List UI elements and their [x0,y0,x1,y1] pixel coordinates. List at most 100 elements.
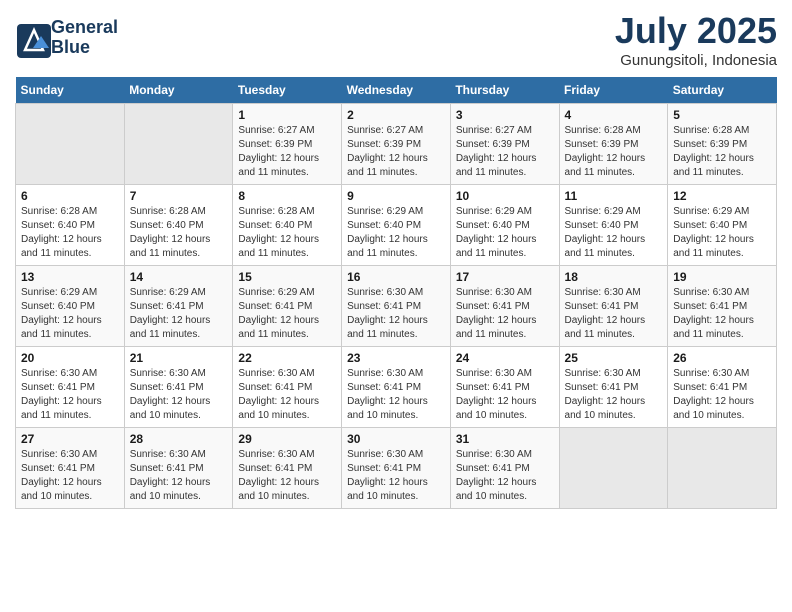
day-number: 25 [565,351,663,365]
day-info: Sunrise: 6:30 AM Sunset: 6:41 PM Dayligh… [565,367,663,423]
calendar-cell: 30Sunrise: 6:30 AM Sunset: 6:41 PM Dayli… [342,428,451,509]
header-row: SundayMondayTuesdayWednesdayThursdayFrid… [16,77,777,104]
calendar-cell [559,428,668,509]
main-title: July 2025 [615,10,777,52]
calendar-week-2: 6Sunrise: 6:28 AM Sunset: 6:40 PM Daylig… [16,185,777,266]
calendar-cell: 6Sunrise: 6:28 AM Sunset: 6:40 PM Daylig… [16,185,125,266]
calendar-cell: 16 Sunrise: 6:30 AM Sunset: 6:41 PM Dayli… [342,266,451,347]
day-number: 23 [347,351,445,365]
day-info: Sunrise: 6:30 AM Sunset: 6:41 PM Dayligh… [456,448,554,504]
calendar-week-5: 27 Sunrise: 6:30 AM Sunset: 6:41 PM Dayli… [16,428,777,509]
day-info: Sunrise: 6:29 AM Sunset: 6:41 PM Dayligh… [130,286,228,342]
logo-text: General Blue [51,18,118,58]
day-number: 18 [565,270,663,284]
calendar-cell: 11 Sunrise: 6:29 AM Sunset: 6:40 PM Dayli… [559,185,668,266]
day-number: 13 [21,270,119,284]
day-number: 28 [130,432,228,446]
calendar-cell: 31Sunrise: 6:30 AM Sunset: 6:41 PM Dayli… [450,428,559,509]
calendar-cell: 5 Sunrise: 6:28 AM Sunset: 6:39 PM Daylig… [668,104,777,185]
logo-line2: Blue [51,38,118,58]
day-number: 2 [347,108,445,122]
header-cell-thursday: Thursday [450,77,559,104]
day-number: 29 [238,432,336,446]
header-cell-saturday: Saturday [668,77,777,104]
day-info: Sunrise: 6:30 AM Sunset: 6:41 PM Dayligh… [130,367,228,423]
day-number: 4 [565,108,663,122]
day-info: Sunrise: 6:30 AM Sunset: 6:41 PM Dayligh… [238,448,336,504]
calendar-cell: 9 Sunrise: 6:29 AM Sunset: 6:40 PM Daylig… [342,185,451,266]
calendar-week-4: 20 Sunrise: 6:30 AM Sunset: 6:41 PM Dayli… [16,347,777,428]
calendar-cell: 23 Sunrise: 6:30 AM Sunset: 6:41 PM Dayli… [342,347,451,428]
day-info: Sunrise: 6:27 AM Sunset: 6:39 PM Dayligh… [456,124,554,180]
calendar-cell: 22 Sunrise: 6:30 AM Sunset: 6:41 PM Dayli… [233,347,342,428]
header-cell-monday: Monday [124,77,233,104]
day-number: 26 [673,351,771,365]
day-number: 8 [238,189,336,203]
calendar-cell: 27 Sunrise: 6:30 AM Sunset: 6:41 PM Dayli… [16,428,125,509]
day-number: 9 [347,189,445,203]
calendar-cell: 4 Sunrise: 6:28 AM Sunset: 6:39 PM Daylig… [559,104,668,185]
calendar-week-1: 1 Sunrise: 6:27 AM Sunset: 6:39 PM Daylig… [16,104,777,185]
day-number: 3 [456,108,554,122]
day-info: Sunrise: 6:29 AM Sunset: 6:40 PM Dayligh… [347,205,445,261]
page-header: General Blue July 2025 Gunungsitoli, Ind… [15,10,777,69]
day-info: Sunrise: 6:27 AM Sunset: 6:39 PM Dayligh… [238,124,336,180]
day-number: 22 [238,351,336,365]
calendar-table: SundayMondayTuesdayWednesdayThursdayFrid… [15,77,777,509]
day-info: Sunrise: 6:29 AM Sunset: 6:40 PM Dayligh… [21,286,119,342]
title-area: July 2025 Gunungsitoli, Indonesia [615,10,777,69]
day-info: Sunrise: 6:30 AM Sunset: 6:41 PM Dayligh… [347,367,445,423]
day-info: Sunrise: 6:30 AM Sunset: 6:41 PM Dayligh… [347,286,445,342]
header-cell-sunday: Sunday [16,77,125,104]
day-info: Sunrise: 6:29 AM Sunset: 6:40 PM Dayligh… [565,205,663,261]
calendar-header: SundayMondayTuesdayWednesdayThursdayFrid… [16,77,777,104]
day-info: Sunrise: 6:30 AM Sunset: 6:41 PM Dayligh… [673,286,771,342]
calendar-cell: 10Sunrise: 6:29 AM Sunset: 6:40 PM Dayli… [450,185,559,266]
calendar-cell: 14 Sunrise: 6:29 AM Sunset: 6:41 PM Dayli… [124,266,233,347]
day-info: Sunrise: 6:28 AM Sunset: 6:39 PM Dayligh… [565,124,663,180]
day-number: 10 [456,189,554,203]
day-number: 27 [21,432,119,446]
day-number: 1 [238,108,336,122]
calendar-cell: 17Sunrise: 6:30 AM Sunset: 6:41 PM Dayli… [450,266,559,347]
calendar-cell: 26Sunrise: 6:30 AM Sunset: 6:41 PM Dayli… [668,347,777,428]
day-info: Sunrise: 6:30 AM Sunset: 6:41 PM Dayligh… [21,448,119,504]
logo-line1: General [51,18,118,38]
day-info: Sunrise: 6:30 AM Sunset: 6:41 PM Dayligh… [456,286,554,342]
calendar-cell: 8 Sunrise: 6:28 AM Sunset: 6:40 PM Daylig… [233,185,342,266]
calendar-cell: 2Sunrise: 6:27 AM Sunset: 6:39 PM Daylig… [342,104,451,185]
day-info: Sunrise: 6:30 AM Sunset: 6:41 PM Dayligh… [238,367,336,423]
calendar-week-3: 13 Sunrise: 6:29 AM Sunset: 6:40 PM Dayli… [16,266,777,347]
calendar-cell: 18 Sunrise: 6:30 AM Sunset: 6:41 PM Dayli… [559,266,668,347]
day-info: Sunrise: 6:29 AM Sunset: 6:40 PM Dayligh… [673,205,771,261]
day-info: Sunrise: 6:30 AM Sunset: 6:41 PM Dayligh… [21,367,119,423]
day-number: 12 [673,189,771,203]
day-info: Sunrise: 6:28 AM Sunset: 6:40 PM Dayligh… [130,205,228,261]
day-info: Sunrise: 6:28 AM Sunset: 6:39 PM Dayligh… [673,124,771,180]
calendar-cell: 15Sunrise: 6:29 AM Sunset: 6:41 PM Dayli… [233,266,342,347]
calendar-cell: 12 Sunrise: 6:29 AM Sunset: 6:40 PM Dayli… [668,185,777,266]
header-cell-wednesday: Wednesday [342,77,451,104]
header-cell-tuesday: Tuesday [233,77,342,104]
logo-icon [15,22,47,54]
day-info: Sunrise: 6:30 AM Sunset: 6:41 PM Dayligh… [565,286,663,342]
calendar-cell [668,428,777,509]
day-number: 14 [130,270,228,284]
day-number: 20 [21,351,119,365]
day-info: Sunrise: 6:30 AM Sunset: 6:41 PM Dayligh… [347,448,445,504]
day-number: 15 [238,270,336,284]
day-info: Sunrise: 6:28 AM Sunset: 6:40 PM Dayligh… [238,205,336,261]
calendar-cell: 3 Sunrise: 6:27 AM Sunset: 6:39 PM Daylig… [450,104,559,185]
calendar-cell: 20 Sunrise: 6:30 AM Sunset: 6:41 PM Dayli… [16,347,125,428]
calendar-body: 1 Sunrise: 6:27 AM Sunset: 6:39 PM Daylig… [16,104,777,509]
logo: General Blue [15,18,118,58]
day-number: 19 [673,270,771,284]
day-info: Sunrise: 6:30 AM Sunset: 6:41 PM Dayligh… [456,367,554,423]
day-number: 11 [565,189,663,203]
calendar-cell: 13 Sunrise: 6:29 AM Sunset: 6:40 PM Dayli… [16,266,125,347]
day-number: 5 [673,108,771,122]
day-number: 24 [456,351,554,365]
calendar-cell [124,104,233,185]
calendar-cell: 28Sunrise: 6:30 AM Sunset: 6:41 PM Dayli… [124,428,233,509]
day-number: 16 [347,270,445,284]
